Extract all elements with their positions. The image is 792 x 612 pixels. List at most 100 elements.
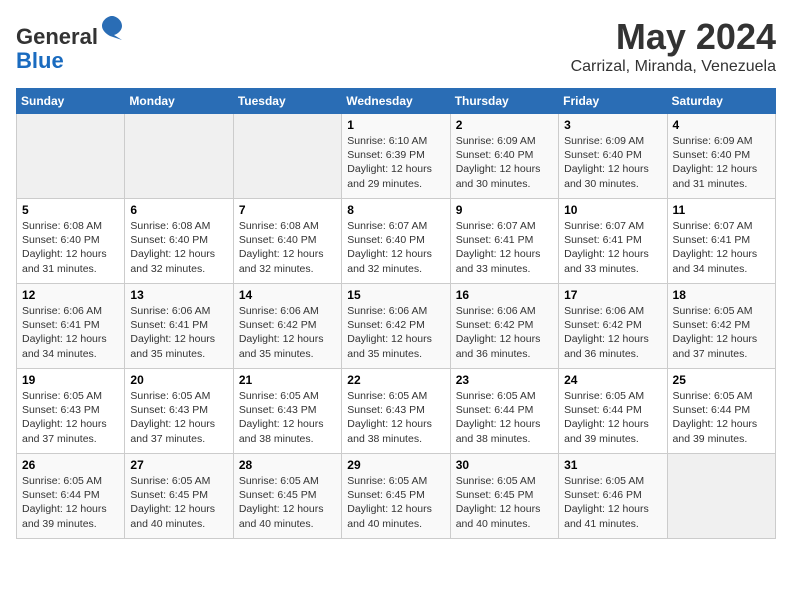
calendar-cell: 5 Sunrise: 6:08 AM Sunset: 6:40 PM Daylig… [17, 199, 125, 284]
day-info: Sunrise: 6:05 AM Sunset: 6:46 PM Dayligh… [564, 474, 661, 531]
day-info: Sunrise: 6:06 AM Sunset: 6:42 PM Dayligh… [239, 304, 336, 361]
calendar-cell: 2 Sunrise: 6:09 AM Sunset: 6:40 PM Daylig… [450, 114, 558, 199]
calendar-cell: 16 Sunrise: 6:06 AM Sunset: 6:42 PM Dayli… [450, 284, 558, 369]
weekday-header-saturday: Saturday [667, 89, 775, 114]
calendar-cell: 19Sunrise: 6:05 AM Sunset: 6:43 PM Dayli… [17, 369, 125, 454]
calendar-cell: 23Sunrise: 6:05 AM Sunset: 6:44 PM Dayli… [450, 369, 558, 454]
day-number: 10 [564, 203, 661, 217]
day-number: 17 [564, 288, 661, 302]
day-info: Sunrise: 6:05 AM Sunset: 6:44 PM Dayligh… [22, 474, 119, 531]
day-info: Sunrise: 6:05 AM Sunset: 6:43 PM Dayligh… [22, 389, 119, 446]
calendar-cell: 24Sunrise: 6:05 AM Sunset: 6:44 PM Dayli… [559, 369, 667, 454]
calendar-cell: 8 Sunrise: 6:07 AM Sunset: 6:40 PM Daylig… [342, 199, 450, 284]
calendar-week-row: 12Sunrise: 6:06 AM Sunset: 6:41 PM Dayli… [17, 284, 776, 369]
day-number: 16 [456, 288, 553, 302]
day-number: 23 [456, 373, 553, 387]
calendar-cell [125, 114, 233, 199]
day-info: Sunrise: 6:09 AM Sunset: 6:40 PM Dayligh… [456, 134, 553, 191]
day-info: Sunrise: 6:08 AM Sunset: 6:40 PM Dayligh… [22, 219, 119, 276]
day-info: Sunrise: 6:06 AM Sunset: 6:42 PM Dayligh… [564, 304, 661, 361]
calendar-table: SundayMondayTuesdayWednesdayThursdayFrid… [16, 88, 776, 539]
month-title: May 2024 [571, 16, 776, 58]
day-info: Sunrise: 6:05 AM Sunset: 6:45 PM Dayligh… [456, 474, 553, 531]
weekday-header-monday: Monday [125, 89, 233, 114]
logo: General Blue [16, 16, 124, 73]
day-number: 15 [347, 288, 444, 302]
day-info: Sunrise: 6:05 AM Sunset: 6:43 PM Dayligh… [239, 389, 336, 446]
calendar-week-row: 26 Sunrise: 6:05 AM Sunset: 6:44 PM Dayli… [17, 454, 776, 539]
calendar-cell: 30Sunrise: 6:05 AM Sunset: 6:45 PM Dayli… [450, 454, 558, 539]
day-info: Sunrise: 6:06 AM Sunset: 6:42 PM Dayligh… [456, 304, 553, 361]
day-number: 26 [22, 458, 119, 472]
day-number: 27 [130, 458, 227, 472]
day-info: Sunrise: 6:05 AM Sunset: 6:44 PM Dayligh… [673, 389, 770, 446]
day-info: Sunrise: 6:06 AM Sunset: 6:42 PM Dayligh… [347, 304, 444, 361]
calendar-cell: 18Sunrise: 6:05 AM Sunset: 6:42 PM Dayli… [667, 284, 775, 369]
weekday-header-sunday: Sunday [17, 89, 125, 114]
day-info: Sunrise: 6:07 AM Sunset: 6:41 PM Dayligh… [673, 219, 770, 276]
calendar-cell: 17 Sunrise: 6:06 AM Sunset: 6:42 PM Dayli… [559, 284, 667, 369]
calendar-header-row: SundayMondayTuesdayWednesdayThursdayFrid… [17, 89, 776, 114]
calendar-cell: 4 Sunrise: 6:09 AM Sunset: 6:40 PM Daylig… [667, 114, 775, 199]
calendar-cell: 26 Sunrise: 6:05 AM Sunset: 6:44 PM Dayli… [17, 454, 125, 539]
day-info: Sunrise: 6:05 AM Sunset: 6:43 PM Dayligh… [347, 389, 444, 446]
day-info: Sunrise: 6:05 AM Sunset: 6:45 PM Dayligh… [347, 474, 444, 531]
logo-bird-icon [100, 14, 124, 42]
day-info: Sunrise: 6:09 AM Sunset: 6:40 PM Dayligh… [673, 134, 770, 191]
day-number: 31 [564, 458, 661, 472]
calendar-cell: 20 Sunrise: 6:05 AM Sunset: 6:43 PM Dayli… [125, 369, 233, 454]
day-info: Sunrise: 6:05 AM Sunset: 6:43 PM Dayligh… [130, 389, 227, 446]
location: Carrizal, Miranda, Venezuela [571, 58, 776, 76]
logo-text: General [16, 16, 124, 49]
calendar-cell [667, 454, 775, 539]
day-number: 8 [347, 203, 444, 217]
day-info: Sunrise: 6:05 AM Sunset: 6:44 PM Dayligh… [564, 389, 661, 446]
calendar-cell: 1Sunrise: 6:10 AM Sunset: 6:39 PM Daylig… [342, 114, 450, 199]
calendar-cell: 7 Sunrise: 6:08 AM Sunset: 6:40 PM Daylig… [233, 199, 341, 284]
weekday-header-wednesday: Wednesday [342, 89, 450, 114]
calendar-cell: 6Sunrise: 6:08 AM Sunset: 6:40 PM Daylig… [125, 199, 233, 284]
day-number: 25 [673, 373, 770, 387]
day-info: Sunrise: 6:10 AM Sunset: 6:39 PM Dayligh… [347, 134, 444, 191]
calendar-cell: 28Sunrise: 6:05 AM Sunset: 6:45 PM Dayli… [233, 454, 341, 539]
day-number: 18 [673, 288, 770, 302]
day-number: 7 [239, 203, 336, 217]
calendar-cell [17, 114, 125, 199]
page-header: General Blue May 2024 Carrizal, Miranda,… [16, 16, 776, 76]
logo-general: General [16, 24, 98, 49]
weekday-header-tuesday: Tuesday [233, 89, 341, 114]
calendar-cell: 25 Sunrise: 6:05 AM Sunset: 6:44 PM Dayli… [667, 369, 775, 454]
day-info: Sunrise: 6:08 AM Sunset: 6:40 PM Dayligh… [130, 219, 227, 276]
calendar-cell: 21Sunrise: 6:05 AM Sunset: 6:43 PM Dayli… [233, 369, 341, 454]
day-number: 2 [456, 118, 553, 132]
day-number: 20 [130, 373, 227, 387]
calendar-cell: 13 Sunrise: 6:06 AM Sunset: 6:41 PM Dayli… [125, 284, 233, 369]
weekday-header-friday: Friday [559, 89, 667, 114]
calendar-week-row: 5 Sunrise: 6:08 AM Sunset: 6:40 PM Daylig… [17, 199, 776, 284]
day-number: 14 [239, 288, 336, 302]
day-info: Sunrise: 6:06 AM Sunset: 6:41 PM Dayligh… [22, 304, 119, 361]
calendar-cell: 27 Sunrise: 6:05 AM Sunset: 6:45 PM Dayli… [125, 454, 233, 539]
calendar-week-row: 19Sunrise: 6:05 AM Sunset: 6:43 PM Dayli… [17, 369, 776, 454]
day-number: 13 [130, 288, 227, 302]
weekday-header-thursday: Thursday [450, 89, 558, 114]
day-number: 29 [347, 458, 444, 472]
day-info: Sunrise: 6:07 AM Sunset: 6:41 PM Dayligh… [456, 219, 553, 276]
calendar-cell: 29 Sunrise: 6:05 AM Sunset: 6:45 PM Dayli… [342, 454, 450, 539]
day-info: Sunrise: 6:05 AM Sunset: 6:45 PM Dayligh… [239, 474, 336, 531]
day-info: Sunrise: 6:07 AM Sunset: 6:41 PM Dayligh… [564, 219, 661, 276]
calendar-cell: 15 Sunrise: 6:06 AM Sunset: 6:42 PM Dayli… [342, 284, 450, 369]
title-area: May 2024 Carrizal, Miranda, Venezuela [571, 16, 776, 76]
day-info: Sunrise: 6:07 AM Sunset: 6:40 PM Dayligh… [347, 219, 444, 276]
day-info: Sunrise: 6:06 AM Sunset: 6:41 PM Dayligh… [130, 304, 227, 361]
day-number: 5 [22, 203, 119, 217]
day-info: Sunrise: 6:08 AM Sunset: 6:40 PM Dayligh… [239, 219, 336, 276]
calendar-week-row: 1Sunrise: 6:10 AM Sunset: 6:39 PM Daylig… [17, 114, 776, 199]
day-number: 22 [347, 373, 444, 387]
day-number: 4 [673, 118, 770, 132]
calendar-cell: 31 Sunrise: 6:05 AM Sunset: 6:46 PM Dayli… [559, 454, 667, 539]
day-info: Sunrise: 6:09 AM Sunset: 6:40 PM Dayligh… [564, 134, 661, 191]
calendar-cell [233, 114, 341, 199]
calendar-cell: 10 Sunrise: 6:07 AM Sunset: 6:41 PM Dayli… [559, 199, 667, 284]
day-info: Sunrise: 6:05 AM Sunset: 6:45 PM Dayligh… [130, 474, 227, 531]
